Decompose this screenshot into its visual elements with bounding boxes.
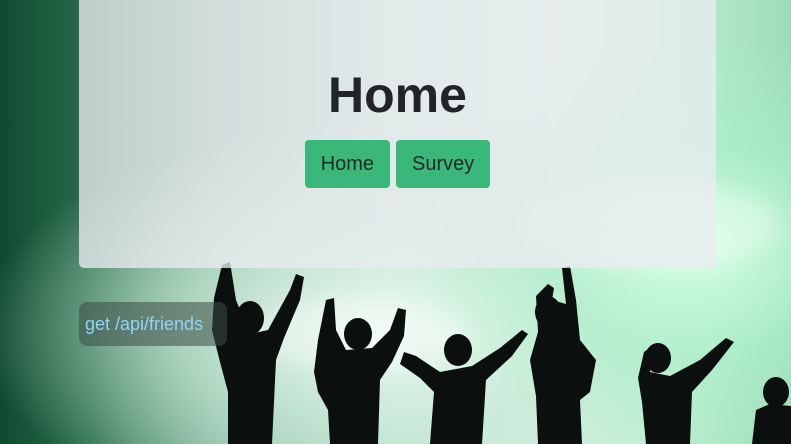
home-button[interactable]: Home [304,140,391,188]
nav-buttons: Home Survey [79,140,716,188]
jumbotron: Home Home Survey [79,0,716,268]
survey-button[interactable]: Survey [396,140,491,188]
background-photo: Home Home Survey get /api/friends [0,0,791,444]
api-endpoint-label: get /api/friends [79,302,227,346]
page-title: Home [328,67,467,123]
